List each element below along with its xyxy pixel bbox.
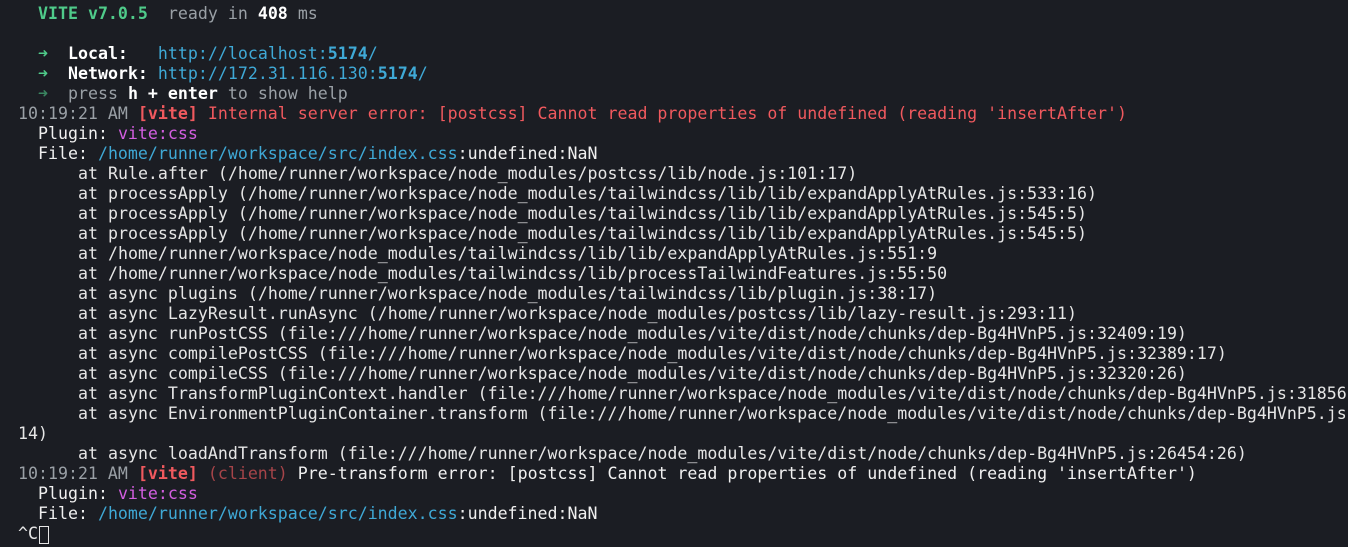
file-line: File: /home/runner/workspace/src/index.c… — [38, 144, 597, 164]
stack-line: at processApply (/home/runner/workspace/… — [78, 224, 1088, 243]
terminal-window[interactable]: VITE v7.0.5 ready in 408 ms ➜ Local: htt… — [0, 0, 1348, 547]
vite-ready-line: VITE v7.0.5 ready in 408 ms — [38, 4, 318, 24]
arrow-icon: ➜ — [38, 64, 48, 83]
timestamp: 10:19:21 AM — [18, 464, 128, 483]
file-line: File: /home/runner/workspace/src/index.c… — [38, 504, 597, 524]
error-line: 10:19:21 AM [vite] Internal server error… — [18, 104, 1127, 124]
prompt-line[interactable]: ^C — [18, 524, 49, 544]
local-url-line: ➜ Local: http://localhost:5174/ — [38, 44, 378, 64]
help-line: ➜ press h + enter to show help — [38, 84, 348, 104]
stack-line: at Rule.after (/home/runner/workspace/no… — [78, 164, 858, 183]
help-press: press — [67, 84, 118, 103]
stack-line: at /home/runner/workspace/node_modules/t… — [78, 264, 948, 283]
timestamp: 10:19:21 AM — [18, 104, 128, 123]
stack-line: at /home/runner/workspace/node_modules/t… — [78, 244, 938, 263]
wrap-continuation: 14) — [18, 424, 48, 443]
help-key: h + enter — [127, 84, 218, 103]
plugin-line: Plugin: vite:css — [38, 484, 198, 504]
pre-transform-error-line: 10:19:21 AM [vite] (client) Pre-transfor… — [18, 464, 1197, 484]
vite-tag: [vite] — [137, 464, 198, 483]
stack-line: at async compileCSS (file:///home/runner… — [78, 364, 1187, 383]
ready-text: ready in — [167, 4, 248, 23]
ms-unit: ms — [297, 4, 318, 23]
network-url[interactable]: http://172.31.116.130:5174/ — [158, 64, 428, 83]
local-url[interactable]: http://localhost:5174/ — [158, 44, 378, 63]
stack-line: at async TransformPluginContext.handler … — [78, 384, 1347, 403]
stack-line: at async loadAndTransform (file:///home/… — [78, 444, 1247, 463]
stack-line: at processApply (/home/runner/workspace/… — [78, 204, 1088, 223]
stack-line: at async LazyResult.runAsync (/home/runn… — [78, 304, 1078, 323]
error-message: Pre-transform error: [postcss] Cannot re… — [297, 464, 1197, 483]
stack-line: at async compilePostCSS (file:///home/ru… — [78, 344, 1227, 363]
help-rest: to show help — [227, 84, 348, 103]
stack-line: at processApply (/home/runner/workspace/… — [78, 184, 1098, 203]
plugin-value: vite:css — [117, 124, 198, 143]
ready-ms: 408 — [257, 4, 288, 23]
stack-line: at async runPostCSS (file:///home/runner… — [78, 324, 1187, 343]
ctrl-c: ^C — [18, 524, 38, 543]
file-label: File: — [38, 144, 88, 163]
plugin-line: Plugin: vite:css — [38, 124, 198, 144]
error-message: Internal server error: [postcss] Cannot … — [207, 104, 1127, 123]
stack-line: at async plugins (/home/runner/workspace… — [78, 284, 938, 303]
network-label: Network: — [67, 64, 148, 83]
local-label: Local: — [67, 44, 128, 63]
arrow-icon: ➜ — [38, 84, 48, 103]
vite-tag: [vite] — [137, 104, 198, 123]
stack-line: at async EnvironmentPluginContainer.tran… — [78, 404, 1347, 423]
file-path[interactable]: /home/runner/workspace/src/index.css — [98, 504, 458, 523]
cursor-icon — [38, 525, 49, 544]
file-label: File: — [38, 504, 88, 523]
plugin-label: Plugin: — [38, 124, 108, 143]
arrow-icon: ➜ — [38, 44, 48, 63]
plugin-label: Plugin: — [38, 484, 108, 503]
plugin-value: vite:css — [117, 484, 198, 503]
file-suffix: :undefined:NaN — [457, 504, 598, 523]
client-tag: (client) — [207, 464, 288, 483]
vite-version: VITE v7.0.5 — [38, 4, 148, 23]
file-path[interactable]: /home/runner/workspace/src/index.css — [98, 144, 458, 163]
network-url-line: ➜ Network: http://172.31.116.130:5174/ — [38, 64, 428, 84]
file-suffix: :undefined:NaN — [457, 144, 598, 163]
